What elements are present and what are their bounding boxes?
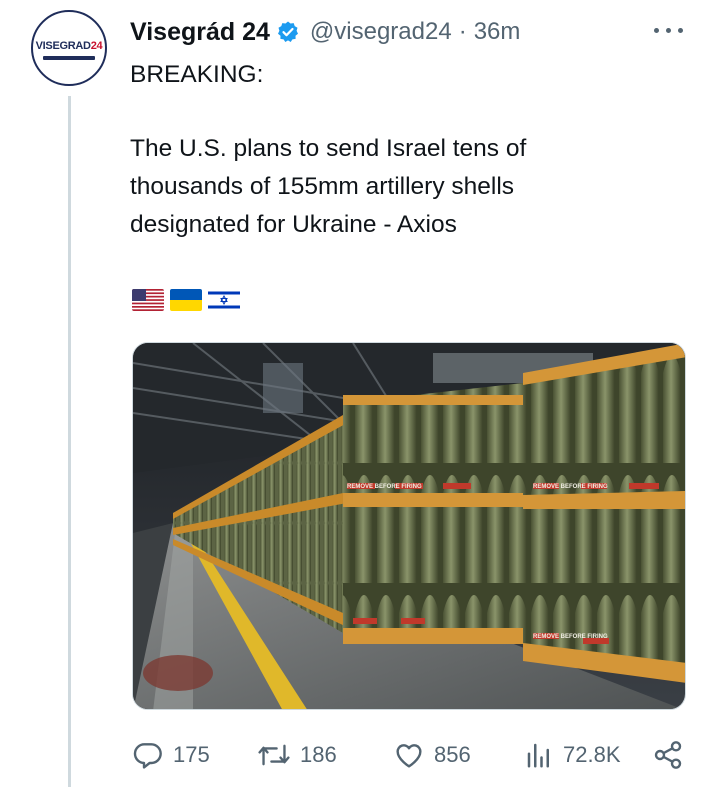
avatar-logo: VISEGRAD24: [35, 40, 103, 52]
views-button[interactable]: 72.8K: [524, 735, 621, 775]
author-name[interactable]: Visegrád 24: [130, 18, 270, 47]
more-options-icon[interactable]: [652, 20, 686, 40]
reply-button[interactable]: 175: [132, 735, 210, 775]
pallet-label-1: REMOVE BEFORE FIRING: [533, 484, 608, 490]
views-count: 72.8K: [563, 742, 621, 767]
avatar[interactable]: VISEGRAD24: [31, 10, 107, 86]
thread-line: [68, 96, 71, 787]
tweet-text-line-1: BREAKING:: [130, 61, 264, 88]
ukraine-flag-icon: [170, 289, 202, 311]
tweet-image-warehouse-shells[interactable]: REMOVE BEFORE FIRING REMOVE BEFORE FIRIN…: [132, 342, 686, 710]
like-count: 856: [434, 742, 471, 767]
flag-emojis: [132, 289, 240, 311]
retweet-button[interactable]: 186: [257, 735, 337, 775]
tweet-actions: 175 186 856 72.8K: [130, 735, 690, 775]
tweet-text-line-4: designated for Ukraine - Axios: [130, 211, 457, 238]
share-icon: [654, 741, 682, 769]
share-button[interactable]: [652, 735, 693, 775]
tweet-text-line-2: The U.S. plans to send Israel tens of: [130, 135, 527, 162]
heart-icon: [396, 744, 422, 768]
israel-flag-icon: [208, 289, 240, 311]
verified-badge-icon: [276, 20, 300, 44]
avatar-stripe: [43, 56, 95, 60]
separator-dot: ·: [458, 18, 467, 45]
views-chart-icon: [527, 743, 549, 768]
pallet-label-2: REMOVE BEFORE FIRING: [347, 484, 422, 490]
tweet-text-line-3: thousands of 155mm artillery shells: [130, 173, 515, 200]
retweet-count: 186: [300, 742, 337, 767]
like-button[interactable]: 856: [393, 735, 471, 775]
tweet-header: Visegrád 24 @visegrad24 · 36m: [130, 14, 520, 50]
reply-count: 175: [173, 742, 210, 767]
reply-icon: [133, 743, 162, 769]
author-handle[interactable]: @visegrad24: [310, 18, 452, 46]
pallet-label-3: REMOVE BEFORE FIRING: [533, 634, 608, 640]
retweet-icon: [258, 744, 290, 766]
us-flag-icon: [132, 289, 164, 311]
post-time[interactable]: 36m: [474, 18, 521, 46]
